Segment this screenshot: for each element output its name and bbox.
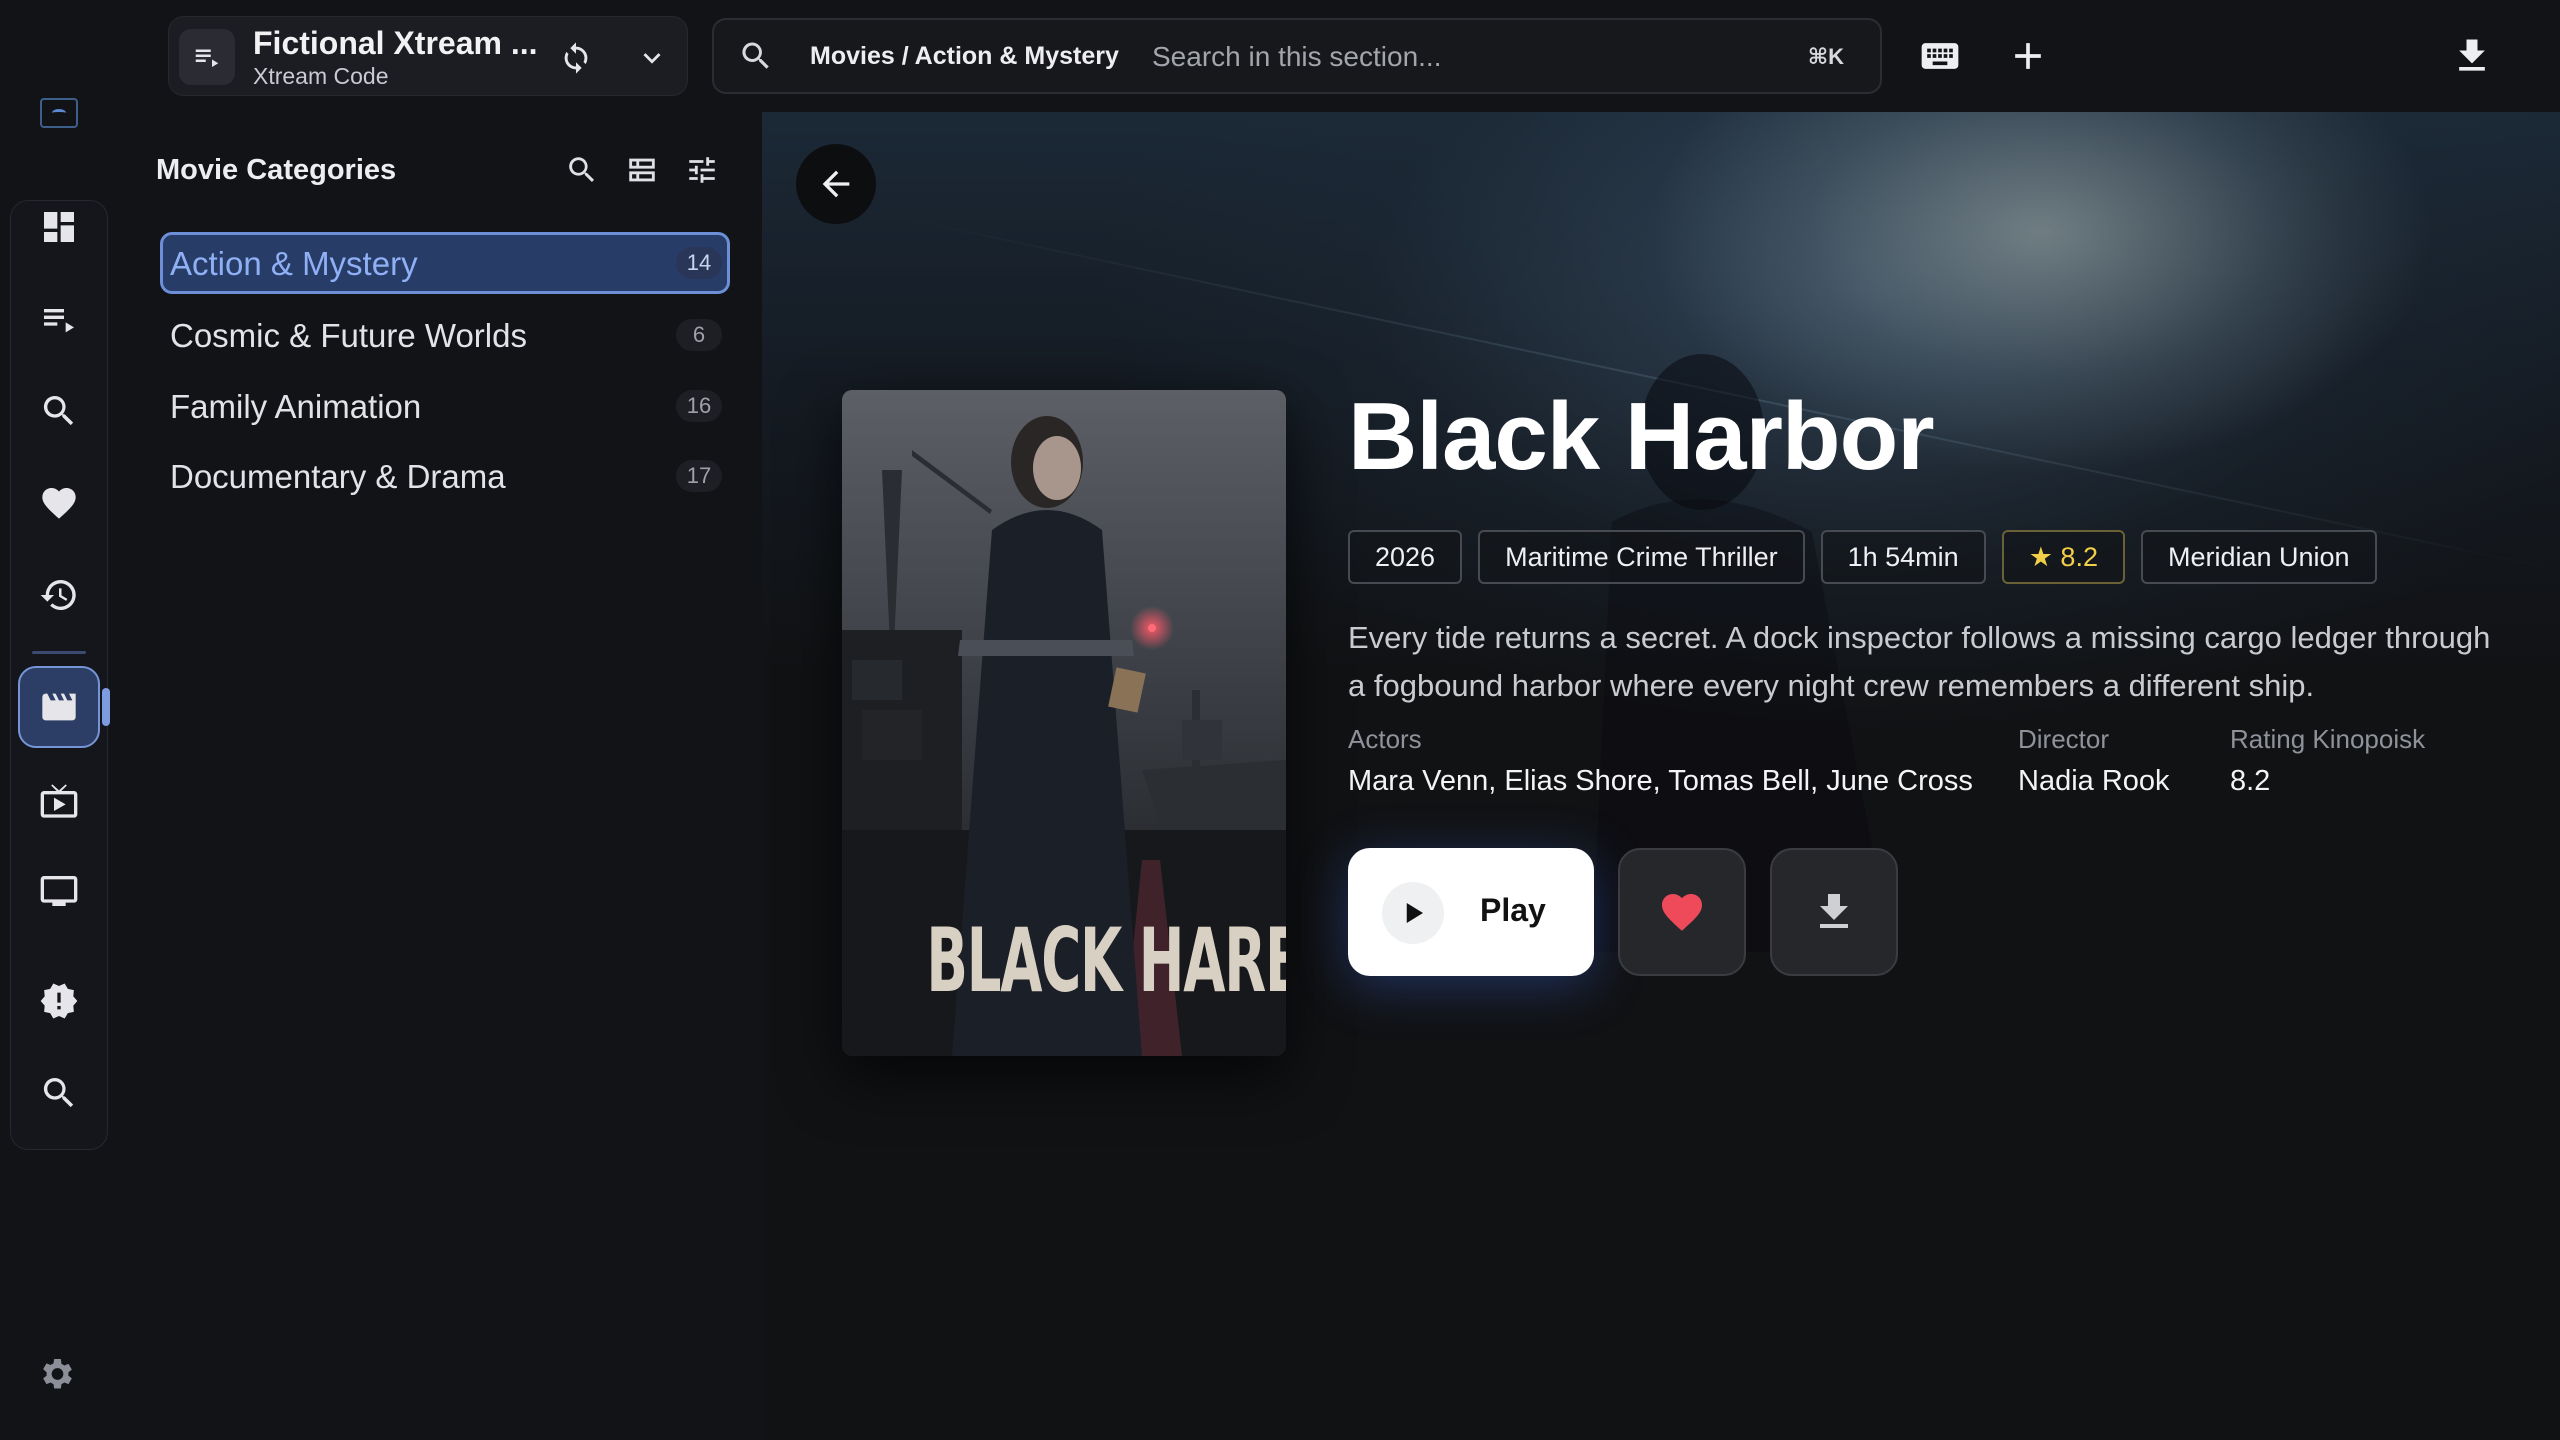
- chevron-down-icon: [643, 53, 661, 64]
- download-movie-button[interactable]: [1770, 848, 1898, 976]
- source-subtitle: Xtream Code: [253, 63, 389, 89]
- arrow-back-icon: [822, 170, 850, 198]
- nav-search[interactable]: [18, 370, 100, 452]
- genre-chip: Maritime Crime Thriller: [1478, 530, 1805, 584]
- search-input[interactable]: [1152, 34, 1752, 80]
- actors-value: Mara Venn, Elias Shore, Tomas Bell, June…: [1348, 765, 1973, 797]
- movie-poster: BLACK HARBOR: [842, 390, 1286, 1056]
- category-count-badge: 6: [676, 319, 722, 351]
- category-panel-title: Movie Categories: [156, 154, 397, 186]
- movie-info-chips: 2026 Maritime Crime Thriller 1h 54min ★ …: [1348, 530, 2377, 584]
- settings-gear-icon: [43, 1359, 72, 1389]
- refresh-source-button[interactable]: [555, 37, 597, 79]
- add-button[interactable]: [2002, 30, 2054, 82]
- movie-detail-view: BLACK HARBOR Black Harbor 2026 Maritime …: [762, 112, 2560, 1440]
- actors-label: Actors: [1348, 724, 1422, 754]
- poster-title-text: BLACK HARBOR: [926, 909, 1286, 1012]
- play-button[interactable]: Play: [1348, 848, 1594, 976]
- category-label: Action & Mystery: [170, 245, 418, 282]
- director-value: Nadia Rook: [2018, 765, 2170, 797]
- nav-live-tv[interactable]: [18, 850, 100, 932]
- alert-badge-icon: [40, 983, 78, 1019]
- section-search-bar[interactable]: Movies / Action & Mystery ⌘K: [712, 18, 1882, 94]
- nav-separator: [32, 651, 86, 654]
- movie-description: Every tide returns a secret. A dock insp…: [1348, 620, 2491, 703]
- search-icon: [738, 38, 774, 74]
- search-icon: [43, 396, 74, 426]
- rating-chip-value: 8.2: [2060, 542, 2098, 572]
- playlist-icon: [44, 309, 74, 333]
- category-label: Cosmic & Future Worlds: [170, 317, 527, 354]
- nav-history[interactable]: [18, 554, 100, 636]
- category-count-badge: 14: [676, 247, 722, 279]
- category-filter-button[interactable]: [682, 150, 722, 190]
- search-shortcut-hint: ⌘K: [1807, 44, 1844, 69]
- download-icon: [1820, 894, 1848, 928]
- nav-favorites[interactable]: [18, 462, 100, 544]
- year-chip: 2026: [1348, 530, 1463, 584]
- duration-chip: 1h 54min: [1820, 530, 1986, 584]
- tune-sliders-icon: [689, 157, 715, 183]
- director-label: Director: [2018, 724, 2110, 754]
- app-logo-icon: [40, 98, 78, 128]
- favorite-button[interactable]: [1618, 848, 1746, 976]
- category-count-badge: 17: [676, 460, 722, 492]
- source-dropdown-button[interactable]: [631, 37, 673, 79]
- director-block: Director Nadia Rook: [2018, 724, 2170, 798]
- history-icon: [40, 579, 76, 610]
- keyboard-icon: [1921, 43, 1959, 69]
- settings-button[interactable]: [36, 1354, 80, 1398]
- download-icon: [2459, 39, 2485, 71]
- rating-label: Rating Kinopoisk: [2230, 724, 2426, 754]
- heart-icon: [1662, 894, 1702, 931]
- live-tv-monitor-icon: [40, 876, 78, 906]
- movies-clapperboard-icon: [42, 693, 76, 721]
- play-button-label: Play: [1480, 892, 1546, 928]
- dashboard-icon: [44, 212, 74, 242]
- nav-active-indicator: [102, 688, 110, 726]
- country-chip: Meridian Union: [2140, 530, 2377, 584]
- sync-icon: [564, 42, 588, 74]
- nav-global-search[interactable]: [18, 1052, 100, 1134]
- nav-series[interactable]: [18, 760, 100, 842]
- source-list-icon: [179, 29, 235, 85]
- series-tv-play-icon: [40, 784, 78, 818]
- breadcrumb: Movies / Action & Mystery: [810, 42, 1119, 70]
- play-icon: [1406, 903, 1423, 923]
- actors-block: Actors Mara Venn, Elias Shore, Tomas Bel…: [1348, 724, 1973, 798]
- keyboard-button[interactable]: [1914, 30, 1966, 82]
- category-search-button[interactable]: [562, 150, 602, 190]
- category-panel: Movie Categories Action & Mystery 14 Cos…: [118, 112, 762, 1440]
- global-search-icon: [43, 1078, 74, 1108]
- category-item-family-animation[interactable]: Family Animation 16: [160, 375, 730, 437]
- view-list-icon: [629, 158, 655, 182]
- play-icon-circle: [1382, 882, 1444, 944]
- nav-movies[interactable]: [18, 666, 100, 748]
- movie-title: Black Harbor: [1348, 383, 1935, 490]
- search-icon: [569, 157, 595, 183]
- rating-value: 8.2: [2230, 765, 2271, 797]
- nav-playlists[interactable]: [18, 278, 100, 360]
- plus-icon: [2015, 43, 2041, 69]
- nav-alerts[interactable]: [18, 960, 100, 1042]
- rating-chip: ★ 8.2: [2001, 530, 2125, 584]
- downloads-button[interactable]: [2446, 30, 2498, 82]
- category-label: Documentary & Drama: [170, 458, 506, 495]
- source-title: Fictional Xtream ...: [253, 25, 538, 61]
- back-button[interactable]: [796, 144, 876, 224]
- main-nav-rail: [0, 0, 118, 1440]
- category-item-documentary-drama[interactable]: Documentary & Drama 17: [160, 445, 730, 507]
- star-icon: ★: [2028, 542, 2053, 572]
- category-count-badge: 16: [676, 390, 722, 422]
- category-item-cosmic-future[interactable]: Cosmic & Future Worlds 6: [160, 304, 730, 366]
- favorites-heart-icon: [42, 488, 76, 519]
- source-selector[interactable]: Fictional Xtream ... Xtream Code: [168, 16, 688, 96]
- rating-block: Rating Kinopoisk 8.2: [2230, 724, 2425, 798]
- category-view-toggle-button[interactable]: [622, 150, 662, 190]
- nav-dashboard[interactable]: [18, 186, 100, 268]
- category-item-action-mystery[interactable]: Action & Mystery 14: [160, 232, 730, 294]
- category-label: Family Animation: [170, 388, 422, 425]
